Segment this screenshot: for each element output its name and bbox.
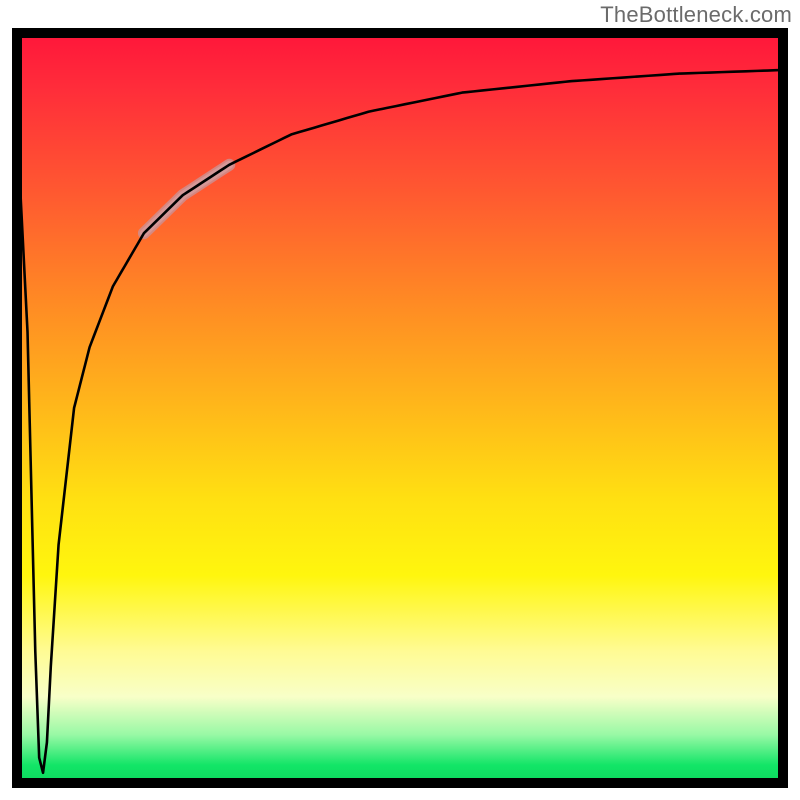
plot-area [12, 28, 788, 788]
plot-frame [17, 33, 783, 783]
curve-svg [12, 28, 788, 788]
bottleneck-curve [12, 28, 788, 773]
chart-container: TheBottleneck.com [0, 0, 800, 800]
watermark-text: TheBottleneck.com [600, 2, 792, 28]
